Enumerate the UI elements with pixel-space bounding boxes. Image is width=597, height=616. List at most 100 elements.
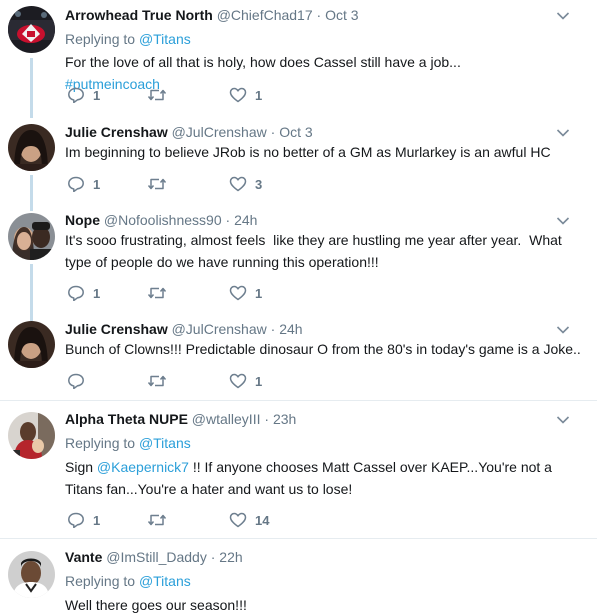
tweet-text-body: !! If anyone chooses Matt Cassel over KA…	[188, 459, 552, 475]
tweet-text-line: type of people do we have running this o…	[65, 254, 379, 270]
tweet-header: Julie Crenshaw @JulCrenshaw · Oct 3	[65, 123, 313, 141]
reply-button[interactable]: 1	[67, 511, 100, 529]
chevron-down-icon[interactable]	[556, 11, 570, 21]
retweet-icon	[147, 287, 167, 299]
heart-icon	[229, 373, 247, 389]
thread-line	[30, 58, 33, 118]
user-handle[interactable]: @Nofoolishness90	[104, 212, 222, 228]
tweet-text: For the love of all that is holy, how do…	[65, 51, 555, 95]
retweet-button[interactable]	[147, 511, 175, 529]
reply-icon	[68, 176, 84, 192]
avatar[interactable]	[8, 321, 55, 368]
like-button[interactable]: 14	[229, 511, 269, 529]
tweet-header: Nope @Nofoolishness90 · 24h	[65, 211, 257, 229]
tweet-text: It's sooo frustrating, almost feels like…	[65, 229, 565, 273]
reply-count: 1	[93, 87, 101, 103]
mention-link[interactable]: @Titans	[139, 573, 191, 589]
chevron-down-icon[interactable]	[556, 128, 570, 138]
display-name[interactable]: Arrowhead True North	[65, 7, 213, 23]
separator: ·	[225, 212, 231, 228]
tweet-header: Arrowhead True North @ChiefChad17 · Oct …	[65, 6, 359, 24]
user-handle[interactable]: @wtalleyIII	[192, 411, 261, 427]
replying-to: Replying to @Titans	[65, 572, 191, 590]
user-handle[interactable]: @JulCrenshaw	[172, 321, 267, 337]
like-button[interactable]: 1	[229, 86, 262, 104]
timestamp[interactable]: 24h	[234, 212, 257, 228]
timestamp[interactable]: 22h	[219, 549, 242, 565]
tweet-text: Im beginning to believe JRob is no bette…	[65, 144, 551, 160]
display-name[interactable]: Nope	[65, 212, 100, 228]
reply-button[interactable]: 1	[67, 175, 100, 193]
user-handle[interactable]: @ChiefChad17	[217, 7, 313, 23]
display-name[interactable]: Julie Crenshaw	[65, 124, 168, 140]
retweet-icon	[147, 178, 167, 190]
reply-count: 1	[93, 176, 101, 192]
mention-link[interactable]: @Titans	[139, 435, 191, 451]
avatar[interactable]	[8, 6, 55, 53]
heart-icon	[229, 176, 247, 192]
mention-link[interactable]: @Titans	[139, 31, 191, 47]
avatar[interactable]	[8, 412, 55, 459]
tweet-text: Well there goes our season!!!	[65, 597, 247, 613]
reply-button[interactable]: 1	[67, 284, 100, 302]
like-count: 14	[255, 512, 270, 528]
chevron-down-icon[interactable]	[556, 325, 570, 335]
retweet-icon	[147, 89, 167, 101]
separator: ·	[270, 124, 276, 140]
display-name[interactable]: Alpha Theta NUPE	[65, 411, 188, 427]
separator: ·	[270, 321, 276, 337]
tweet-text: Bunch of Clowns!!! Predictable dinosaur …	[65, 341, 581, 357]
reply-button[interactable]	[67, 372, 93, 390]
reply-icon	[68, 512, 84, 528]
separator: ·	[210, 549, 216, 565]
tweet-header: Alpha Theta NUPE @wtalleyIII · 23h	[65, 410, 296, 428]
retweet-button[interactable]	[147, 284, 175, 302]
heart-icon	[229, 285, 247, 301]
tweet-text: Sign @Kaepernick7 !! If anyone chooses M…	[65, 456, 555, 500]
reply-button[interactable]: 1	[67, 86, 100, 104]
avatar[interactable]	[8, 551, 55, 598]
chevron-down-icon[interactable]	[556, 415, 570, 425]
replying-label: Replying to	[65, 31, 136, 47]
mention-link[interactable]: @Kaepernick7	[97, 459, 189, 475]
like-count: 1	[255, 87, 263, 103]
tweet-text-line: Titans fan...You're a hater and want us …	[65, 481, 353, 497]
chevron-down-icon[interactable]	[556, 216, 570, 226]
like-count: 3	[255, 176, 263, 192]
reply-count: 1	[93, 285, 101, 301]
retweet-button[interactable]	[147, 175, 175, 193]
replying-to: Replying to @Titans	[65, 434, 191, 452]
like-button[interactable]: 3	[229, 175, 262, 193]
tweet-header: Julie Crenshaw @JulCrenshaw · 24h	[65, 320, 303, 338]
reply-icon	[68, 87, 84, 103]
display-name[interactable]: Vante	[65, 549, 102, 565]
timestamp[interactable]: Oct 3	[279, 124, 312, 140]
tweet-text-body: For the love of all that is holy, how do…	[65, 54, 461, 70]
retweet-button[interactable]	[147, 372, 175, 390]
display-name[interactable]: Julie Crenshaw	[65, 321, 168, 337]
user-handle[interactable]: @ImStill_Daddy	[106, 549, 207, 565]
timestamp[interactable]: 24h	[279, 321, 302, 337]
separator: ·	[264, 411, 270, 427]
heart-icon	[229, 87, 247, 103]
replying-to: Replying to @Titans	[65, 30, 191, 48]
thread-line	[30, 264, 33, 321]
tweet-header: Vante @ImStill_Daddy · 22h	[65, 548, 243, 566]
timestamp[interactable]: Oct 3	[325, 7, 358, 23]
like-button[interactable]: 1	[229, 284, 262, 302]
retweet-icon	[147, 514, 167, 526]
tweet-text-line: It's sooo frustrating, almost feels like…	[65, 232, 562, 248]
timestamp[interactable]: 23h	[273, 411, 296, 427]
reply-icon	[68, 285, 84, 301]
thread-line	[30, 175, 33, 211]
tweet-divider	[0, 538, 597, 539]
tweet-divider	[0, 400, 597, 401]
replying-label: Replying to	[65, 435, 136, 451]
like-count: 1	[255, 285, 263, 301]
user-handle[interactable]: @JulCrenshaw	[172, 124, 267, 140]
retweet-button[interactable]	[147, 86, 175, 104]
like-button[interactable]: 1	[229, 372, 262, 390]
avatar[interactable]	[8, 124, 55, 171]
avatar[interactable]	[8, 213, 55, 260]
replying-label: Replying to	[65, 573, 136, 589]
